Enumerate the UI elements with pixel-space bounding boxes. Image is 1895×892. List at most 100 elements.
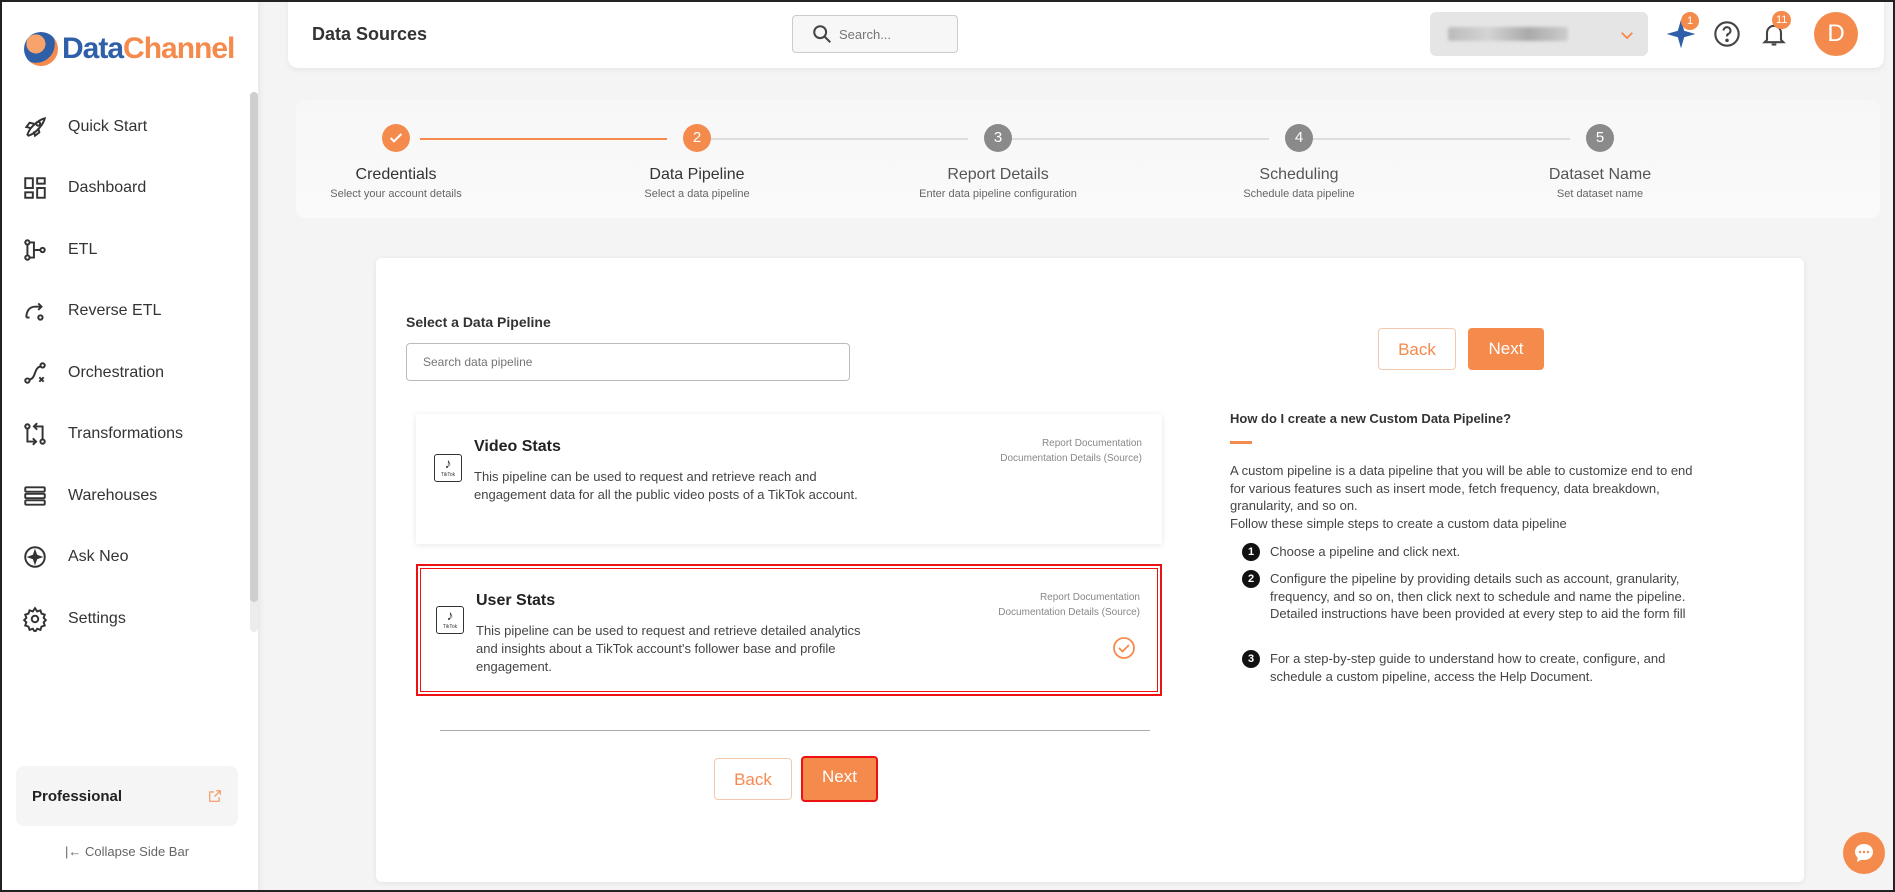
pipeline-option-video-stats[interactable]: ♪ TikTok Video Stats This pipeline can b… [416, 414, 1162, 544]
help-step-text: For a step-by-step guide to understand h… [1270, 651, 1666, 684]
help-step-text: Configure the pipeline by providing deta… [1270, 571, 1686, 621]
orchestration-icon [24, 362, 46, 384]
sidebar-item-quick-start[interactable]: Quick Start [0, 96, 250, 158]
plan-box[interactable]: Professional [16, 766, 238, 826]
step-title: Dataset Name [1548, 166, 1652, 183]
step-number-icon: 3 [1242, 650, 1260, 668]
sidebar-scrollbar-thumb[interactable] [250, 92, 258, 602]
tiktok-logo-icon: ♪ TikTok [436, 606, 464, 634]
sidebar-item-warehouses[interactable]: Warehouses [0, 465, 250, 527]
chat-support-button[interactable] [1843, 832, 1885, 874]
sidebar-item-label: ETL [68, 240, 98, 258]
pipeline-search-input[interactable] [406, 343, 850, 381]
pipeline-option-user-stats[interactable]: ♪ TikTok User Stats This pipeline can be… [416, 564, 1162, 696]
next-button-top[interactable]: Next [1468, 328, 1544, 370]
reverse-etl-icon [25, 302, 44, 321]
step-dataset-name[interactable]: 5 Dataset Name Set dataset name [1470, 124, 1730, 200]
sidebar-item-ask-neo[interactable]: Ask Neo [0, 527, 250, 589]
search-icon [813, 25, 831, 43]
checkmark-icon [389, 133, 403, 143]
plan-name: Professional [32, 787, 123, 805]
ai-sparkle-button[interactable]: 1 [1666, 12, 1699, 49]
external-link-icon[interactable] [208, 789, 222, 803]
datachannel-logo[interactable]: DataChannel [24, 32, 235, 66]
sidebar-item-label: Transformations [68, 425, 183, 443]
report-documentation-link[interactable]: Report Documentation [998, 590, 1140, 605]
sidebar-item-label: Dashboard [68, 179, 147, 197]
select-pipeline-label: Select a Data Pipeline [406, 314, 551, 330]
collapse-sidebar-button[interactable]: |← Collapse Side Bar [0, 844, 254, 859]
report-documentation-link[interactable]: Report Documentation [1000, 436, 1142, 451]
sidebar-item-settings[interactable]: Settings [0, 588, 250, 650]
workspace-select[interactable] [1430, 12, 1648, 56]
help-follow-text: Follow these simple steps to create a cu… [1230, 515, 1567, 531]
step-title: Report Details [947, 166, 1049, 183]
step-circle: 3 [984, 124, 1012, 152]
step-circle: 2 [683, 124, 711, 152]
sidebar-item-dashboard[interactable]: Dashboard [0, 158, 250, 220]
back-button-top[interactable]: Back [1378, 328, 1456, 370]
step-title: Scheduling [1259, 166, 1339, 183]
step-data-pipeline[interactable]: 2 Data Pipeline Select a data pipeline [567, 124, 827, 200]
sidebar-nav: Quick Start Dashboard ETL Reverse ETL Or… [0, 96, 250, 650]
ai-badge: 1 [1681, 12, 1699, 30]
avatar[interactable]: D [1814, 12, 1858, 56]
help-button[interactable] [1713, 20, 1741, 48]
step-subtitle: Set dataset name [1556, 188, 1644, 200]
warehouses-icon [24, 486, 46, 506]
sidebar: DataChannel Quick Start Dashboard ETL Re… [0, 0, 258, 892]
global-search[interactable] [792, 15, 958, 53]
search-input[interactable] [839, 26, 949, 42]
pipeline-title: Video Stats [474, 438, 561, 455]
step-scheduling[interactable]: 4 Scheduling Schedule data pipeline [1169, 124, 1429, 200]
step-subtitle: Select your account details [330, 188, 462, 200]
sidebar-item-orchestration[interactable]: Orchestration [0, 342, 250, 404]
step-circle: 5 [1586, 124, 1614, 152]
notification-badge: 11 [1772, 11, 1792, 29]
help-accent-bar [1230, 441, 1252, 444]
chevron-down-icon [1621, 32, 1633, 40]
tiktok-logo-text: TikTok [442, 624, 458, 630]
step-title: Credentials [355, 166, 437, 183]
sidebar-item-label: Reverse ETL [68, 302, 162, 320]
sidebar-item-transformations[interactable]: Transformations [0, 404, 250, 466]
step-circle [382, 124, 410, 152]
gear-icon [22, 606, 48, 632]
sidebar-item-label: Settings [68, 609, 126, 627]
rocket-icon [24, 116, 47, 138]
sidebar-scrollbar[interactable] [250, 92, 258, 632]
help-intro: A custom pipeline is a data pipeline tha… [1230, 462, 1710, 532]
help-icon [1714, 21, 1740, 47]
documentation-details-link[interactable]: Documentation Details (Source) [998, 605, 1140, 620]
pipeline-card: Select a Data Pipeline Back Next ♪ TikTo… [376, 258, 1804, 882]
step-number-icon: 1 [1242, 543, 1260, 561]
brand-part1: Data [62, 32, 124, 65]
collapse-label: Collapse Side Bar [84, 844, 190, 859]
step-circle: 4 [1285, 124, 1313, 152]
help-step-text: Choose a pipeline and click next. [1270, 544, 1461, 559]
chat-bubble-icon [1855, 844, 1873, 862]
brand-part2: Channel [123, 32, 235, 65]
dashboard-icon [24, 177, 46, 199]
documentation-details-link[interactable]: Documentation Details (Source) [1000, 451, 1142, 466]
logo-mark-icon [24, 32, 58, 66]
sidebar-item-label: Quick Start [68, 117, 148, 135]
pipeline-description: This pipeline can be used to request and… [474, 469, 858, 502]
step-number-icon: 2 [1242, 570, 1260, 588]
step-subtitle: Enter data pipeline configuration [919, 188, 1077, 200]
wizard-stepper: Credentials Select your account details … [296, 100, 1880, 218]
step-report-details[interactable]: 3 Report Details Enter data pipeline con… [868, 124, 1128, 200]
step-credentials[interactable]: Credentials Select your account details [266, 124, 526, 200]
sidebar-item-label: Orchestration [68, 363, 165, 381]
ask-neo-icon [24, 546, 46, 568]
sidebar-item-reverse-etl[interactable]: Reverse ETL [0, 281, 250, 343]
tiktok-logo-icon: ♪ TikTok [434, 454, 462, 482]
next-button[interactable]: Next [801, 756, 878, 802]
sidebar-item-etl[interactable]: ETL [0, 219, 250, 281]
help-title: How do I create a new Custom Data Pipeli… [1230, 411, 1512, 426]
step-title: Data Pipeline [649, 166, 745, 183]
sidebar-item-label: Ask Neo [68, 548, 129, 566]
collapse-icon: |← [64, 844, 82, 859]
notifications-button[interactable]: 11 [1760, 11, 1792, 48]
back-button[interactable]: Back [714, 758, 792, 800]
